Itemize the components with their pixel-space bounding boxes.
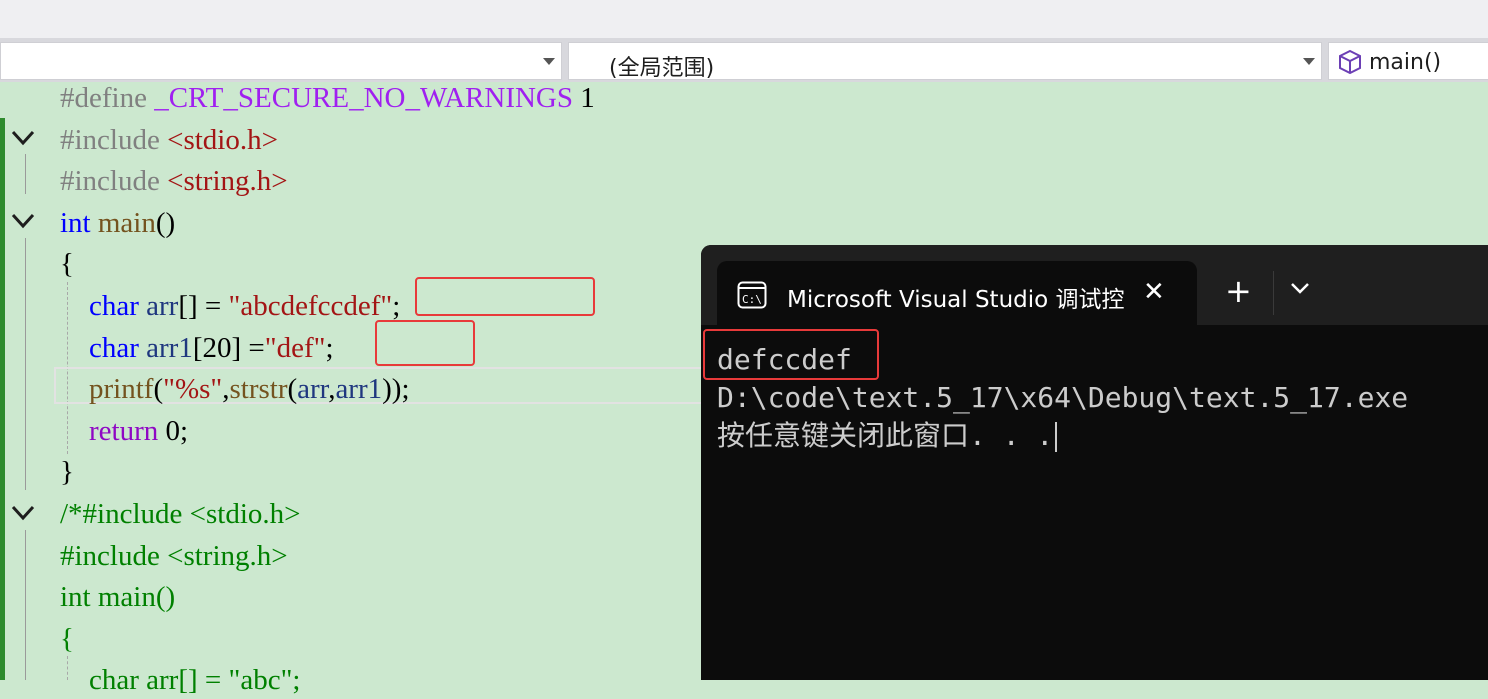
code-token: arr1 xyxy=(335,373,383,406)
code-token: int xyxy=(60,206,91,239)
code-token: 1 xyxy=(573,82,595,114)
code-line: { xyxy=(60,620,74,658)
code-token: return xyxy=(89,414,159,447)
project-dropdown[interactable] xyxy=(0,42,562,80)
code-token: /*#include <stdio.h> xyxy=(60,498,301,530)
code-line: #include <string.h> xyxy=(60,162,288,200)
code-token: { xyxy=(60,248,74,281)
terminal-tab[interactable]: C:\ Microsoft Visual Studio 调试控 ✕ xyxy=(717,261,1197,325)
code-token: arr xyxy=(297,373,329,406)
code-line: /*#include <stdio.h> xyxy=(60,495,301,533)
fold-chevron-icon[interactable] xyxy=(10,503,36,523)
code-line: int main() xyxy=(60,578,175,616)
code-token: ; xyxy=(392,290,401,322)
code-token: char xyxy=(89,331,139,364)
code-token: 0; xyxy=(158,414,189,447)
code-line: #include <string.h> xyxy=(60,537,288,575)
code-line: } xyxy=(60,453,74,491)
code-token: char arr[] = "abc"; xyxy=(60,664,301,697)
code-line: printf("%s",strstr(arr,arr1)); xyxy=(60,370,410,408)
chevron-down-icon[interactable] xyxy=(1289,281,1311,295)
code-line: char arr[] = "abc"; xyxy=(60,661,300,699)
code-token: [20] = xyxy=(192,331,265,364)
highlight-box xyxy=(703,329,879,380)
text-cursor xyxy=(1055,422,1058,452)
function-label: main() xyxy=(1369,50,1442,75)
code-token: char xyxy=(89,290,139,322)
fold-line xyxy=(25,530,26,680)
code-line: { xyxy=(60,245,74,283)
code-token: <stdio.h> xyxy=(167,123,278,156)
code-token: "abcdefccdef" xyxy=(228,290,393,322)
output-line-text: 按任意键关闭此窗口. . . xyxy=(717,419,1054,452)
code-token: "def" xyxy=(264,331,326,364)
function-dropdown[interactable]: main() xyxy=(1328,42,1488,80)
output-line: D:\code\text.5_17\x64\Debug\text.5_17.ex… xyxy=(717,381,1409,414)
code-line: #define _CRT_SECURE_NO_WARNINGS 1 xyxy=(60,79,595,117)
code-token: <string.h> xyxy=(167,165,288,198)
svg-text:C:\: C:\ xyxy=(742,293,762,306)
code-token: )); xyxy=(382,373,410,406)
code-token: main xyxy=(97,206,156,239)
code-token: ( xyxy=(287,373,298,406)
chevron-down-icon xyxy=(1303,58,1315,65)
fold-chevron-icon[interactable] xyxy=(10,211,36,231)
tab-separator xyxy=(1273,271,1274,315)
new-tab-icon[interactable]: + xyxy=(1225,275,1252,307)
code-line: char arr1[20] ="def"; xyxy=(60,329,334,367)
code-token: #include xyxy=(60,165,168,198)
code-line: #include <stdio.h> xyxy=(60,121,278,159)
scope-dropdown[interactable]: (全局范围) xyxy=(568,42,1322,81)
code-token: printf xyxy=(89,373,154,406)
close-icon[interactable]: ✕ xyxy=(1143,279,1165,305)
console-icon: C:\ xyxy=(737,281,767,309)
code-line: char arr[] = "abcdefccdef"; xyxy=(60,287,400,325)
code-line: int main() xyxy=(60,204,175,242)
fold-chevron-icon[interactable] xyxy=(10,128,36,148)
output-line: 按任意键关闭此窗口. . . xyxy=(717,417,1058,455)
code-token: #include <string.h> xyxy=(60,539,288,572)
code-token: { xyxy=(60,622,74,655)
code-token: int main() xyxy=(60,581,176,614)
terminal-tab-bar: C:\ Microsoft Visual Studio 调试控 ✕ + xyxy=(701,245,1488,325)
chevron-down-icon xyxy=(543,58,555,65)
code-line: return 0; xyxy=(60,412,188,450)
code-token: #include xyxy=(60,123,168,156)
code-token: strstr xyxy=(229,373,288,406)
code-token: _CRT_SECURE_NO_WARNINGS xyxy=(154,82,574,114)
code-token: "%s" xyxy=(163,373,223,406)
code-token: ( xyxy=(153,373,164,406)
title-strip xyxy=(0,0,1488,38)
code-token: arr xyxy=(146,290,179,322)
code-token: arr1 xyxy=(146,331,193,364)
fold-line xyxy=(25,238,26,490)
debug-console-window[interactable]: C:\ Microsoft Visual Studio 调试控 ✕ + defc… xyxy=(701,245,1488,680)
fold-line xyxy=(25,154,26,194)
code-token: [] = xyxy=(178,290,229,322)
code-token: #define xyxy=(60,82,155,114)
terminal-tab-title: Microsoft Visual Studio 调试控 xyxy=(787,287,1125,313)
scope-label: (全局范围) xyxy=(609,56,715,81)
highlight-box xyxy=(375,320,475,366)
code-token: ; xyxy=(325,331,334,364)
code-token: () xyxy=(155,206,176,239)
highlight-box xyxy=(415,277,595,316)
change-bar xyxy=(0,118,5,680)
cube-icon xyxy=(1339,49,1361,75)
code-token: } xyxy=(60,456,74,489)
